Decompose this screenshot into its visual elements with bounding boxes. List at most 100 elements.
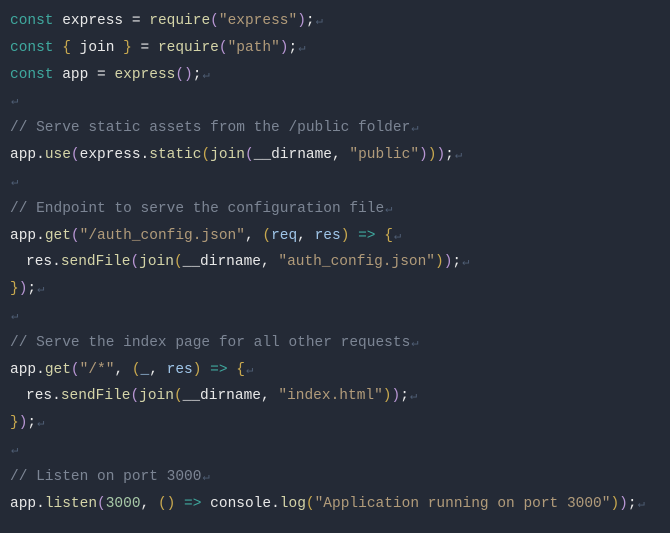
code-token: "auth_config.json" [278, 254, 435, 270]
eol-marker-icon: ↵ [384, 202, 392, 216]
code-token: app. [10, 362, 45, 378]
code-token: ) [435, 254, 444, 270]
code-editor-content[interactable]: const express = require("express");↵cons… [10, 8, 660, 517]
code-token: _ [141, 362, 150, 378]
code-line[interactable]: app.get("/auth_config.json", (req, res) … [10, 223, 660, 250]
code-line[interactable]: ↵ [10, 303, 660, 330]
eol-marker-icon: ↵ [10, 94, 18, 108]
code-token: join [80, 40, 124, 56]
code-token: ) [383, 388, 392, 404]
eol-marker-icon: ↵ [409, 389, 417, 403]
eol-marker-icon: ↵ [36, 416, 44, 430]
code-token: } [10, 415, 19, 431]
eol-marker-icon: ↵ [315, 14, 323, 28]
eol-marker-icon: ↵ [245, 363, 253, 377]
code-line[interactable]: // Listen on port 3000↵ [10, 464, 660, 491]
code-token: __dirname, [254, 147, 350, 163]
code-token: "express" [219, 13, 297, 29]
code-line[interactable]: res.sendFile(join(__dirname, "auth_confi… [10, 249, 660, 276]
code-line[interactable]: });↵ [10, 410, 660, 437]
code-token: // Serve static assets from the /public … [10, 120, 410, 136]
code-token: res [315, 228, 341, 244]
code-line[interactable]: });↵ [10, 276, 660, 303]
code-token: ) [419, 147, 428, 163]
code-token: join [139, 254, 174, 270]
code-line[interactable]: const app = express();↵ [10, 62, 660, 89]
code-token: ( [71, 147, 80, 163]
code-token: listen [45, 496, 97, 512]
code-token: , [141, 496, 158, 512]
code-token: __dirname, [183, 254, 279, 270]
code-token: ) [619, 496, 628, 512]
code-token: ( [219, 40, 228, 56]
code-token: "index.html" [278, 388, 382, 404]
code-token: require [158, 40, 219, 56]
code-token: "public" [349, 147, 419, 163]
code-token: ( [262, 228, 271, 244]
code-token: res [167, 362, 193, 378]
code-token: join [210, 147, 245, 163]
code-token: ) [610, 496, 619, 512]
eol-marker-icon: ↵ [410, 336, 418, 350]
code-token: = [141, 40, 158, 56]
eol-marker-icon: ↵ [297, 41, 305, 55]
code-line[interactable]: res.sendFile(join(__dirname, "index.html… [10, 383, 660, 410]
code-token: => [201, 362, 236, 378]
code-token: console. [210, 496, 280, 512]
eol-marker-icon: ↵ [461, 255, 469, 269]
eol-marker-icon: ↵ [201, 470, 209, 484]
code-token: express [62, 13, 132, 29]
eol-marker-icon: ↵ [393, 229, 401, 243]
code-line[interactable]: // Serve static assets from the /public … [10, 115, 660, 142]
code-token: // Serve the index page for all other re… [10, 335, 410, 351]
code-token: app. [10, 147, 45, 163]
code-token: , [245, 228, 262, 244]
code-token: => [349, 228, 384, 244]
code-line[interactable]: // Serve the index page for all other re… [10, 330, 660, 357]
code-token: ; [289, 40, 298, 56]
code-token: { [236, 362, 245, 378]
code-line[interactable]: // Endpoint to serve the configuration f… [10, 196, 660, 223]
code-token: get [45, 362, 71, 378]
code-token: "/auth_config.json" [80, 228, 245, 244]
code-token: ( [174, 254, 183, 270]
code-line[interactable]: ↵ [10, 88, 660, 115]
code-line[interactable]: app.get("/*", (_, res) => {↵ [10, 357, 660, 384]
code-token: ; [306, 13, 315, 29]
code-token: , [297, 228, 314, 244]
code-token: // Listen on port 3000 [10, 469, 201, 485]
code-line[interactable]: ↵ [10, 169, 660, 196]
code-token: log [280, 496, 306, 512]
code-token: "path" [228, 40, 280, 56]
code-token: express [114, 67, 175, 83]
code-token: ; [27, 415, 36, 431]
code-token: { [384, 228, 393, 244]
code-token: ( [210, 13, 219, 29]
code-token: sendFile [61, 388, 131, 404]
code-token: "Application running on port 3000" [315, 496, 611, 512]
code-token: ( [71, 228, 80, 244]
code-token: join [139, 388, 174, 404]
eol-marker-icon: ↵ [410, 121, 418, 135]
code-line[interactable]: app.listen(3000, () => console.log("Appl… [10, 491, 660, 518]
eol-marker-icon: ↵ [637, 497, 645, 511]
code-token: static [149, 147, 201, 163]
code-line[interactable]: const express = require("express");↵ [10, 8, 660, 35]
code-line[interactable]: app.use(express.static(join(__dirname, "… [10, 142, 660, 169]
code-token: get [45, 228, 71, 244]
code-token: app [62, 67, 97, 83]
code-token: // Endpoint to serve the configuration f… [10, 201, 384, 217]
code-token: ; [452, 254, 461, 270]
eol-marker-icon: ↵ [454, 148, 462, 162]
code-token: app. [10, 496, 45, 512]
code-token: = [97, 67, 114, 83]
code-line[interactable]: ↵ [10, 437, 660, 464]
code-token: => [175, 496, 210, 512]
code-token: const [10, 67, 62, 83]
code-token: ; [400, 388, 409, 404]
code-token: res. [26, 388, 61, 404]
code-token: ( [201, 147, 210, 163]
code-token: , [114, 362, 131, 378]
code-line[interactable]: const { join } = require("path");↵ [10, 35, 660, 62]
code-token: req [271, 228, 297, 244]
